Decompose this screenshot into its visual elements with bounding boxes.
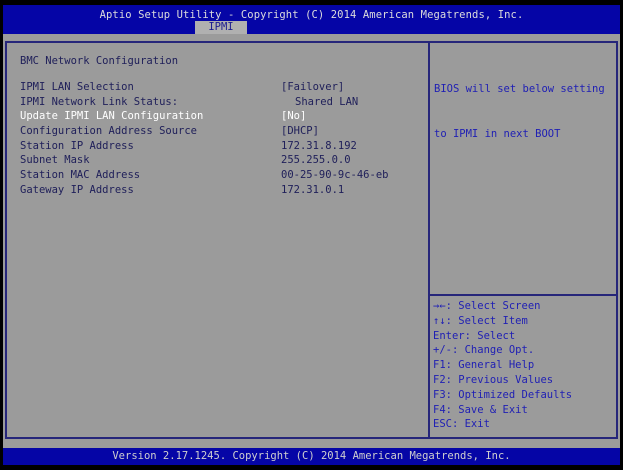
setting-value: 00-25-90-9c-46-eb — [281, 169, 388, 181]
setting-value: [Failover] — [281, 81, 344, 93]
setting-label: Configuration Address Source — [20, 125, 197, 137]
setting-row[interactable]: Subnet Mask 255.255.0.0 — [8, 154, 424, 169]
setting-row[interactable]: Gateway IP Address 172.31.0.1 — [8, 184, 424, 199]
section-title: BMC Network Configuration — [20, 55, 178, 67]
key-hint: →←: Select Screen — [433, 300, 617, 315]
version-bar: Version 2.17.1245. Copyright (C) 2014 Am… — [3, 448, 620, 465]
setting-label: Station IP Address — [20, 140, 134, 152]
setting-value: 172.31.0.1 — [281, 184, 344, 196]
setting-value: 255.255.0.0 — [281, 154, 351, 166]
setting-row[interactable]: IPMI Network Link Status: Shared LAN — [8, 96, 424, 111]
key-hints-panel: →←: Select Screen↑↓: Select ItemEnter: S… — [433, 300, 617, 433]
setting-label: IPMI Network Link Status: — [20, 96, 178, 108]
key-hint: F2: Previous Values — [433, 374, 617, 389]
setting-value: 172.31.8.192 — [281, 140, 357, 152]
key-hint: F3: Optimized Defaults — [433, 389, 617, 404]
setting-row[interactable]: Station IP Address 172.31.8.192 — [8, 140, 424, 155]
setting-row[interactable]: Update IPMI LAN Configuration [No] — [8, 110, 424, 125]
key-hint: +/-: Change Opt. — [433, 344, 617, 359]
version-text: Version 2.17.1245. Copyright (C) 2014 Am… — [3, 448, 620, 465]
setting-value: [DHCP] — [281, 125, 319, 137]
key-hint: ↑↓: Select Item — [433, 315, 617, 330]
setting-row[interactable]: Configuration Address Source [DHCP] — [8, 125, 424, 140]
setting-label: Subnet Mask — [20, 154, 90, 166]
help-panel: BIOS will set below setting to IPMI in n… — [434, 52, 614, 172]
setting-label: Update IPMI LAN Configuration — [20, 110, 203, 122]
help-text-line: BIOS will set below setting — [434, 82, 614, 97]
tab-ipmi[interactable]: IPMI — [195, 21, 247, 34]
app-title: Aptio Setup Utility - Copyright (C) 2014… — [3, 5, 620, 21]
title-bar: Aptio Setup Utility - Copyright (C) 2014… — [3, 5, 620, 34]
key-hint: F1: General Help — [433, 359, 617, 374]
setting-row[interactable]: IPMI LAN Selection [Failover] — [8, 81, 424, 96]
setting-label: IPMI LAN Selection — [20, 81, 134, 93]
settings-list: IPMI LAN Selection [Failover] IPMI Netwo… — [8, 81, 424, 199]
bios-setup-screen: Aptio Setup Utility - Copyright (C) 2014… — [0, 0, 623, 470]
key-hint: Enter: Select — [433, 330, 617, 345]
setting-label: Station MAC Address — [20, 169, 140, 181]
setting-value: Shared LAN — [295, 96, 358, 108]
key-hint: ESC: Exit — [433, 418, 617, 433]
setting-label: Gateway IP Address — [20, 184, 134, 196]
column-divider — [428, 41, 430, 439]
help-text-line: to IPMI in next BOOT — [434, 127, 614, 142]
help-panel-divider — [430, 294, 616, 296]
key-hint: F4: Save & Exit — [433, 404, 617, 419]
setting-value: [No] — [281, 110, 306, 122]
setting-row[interactable]: Station MAC Address 00-25-90-9c-46-eb — [8, 169, 424, 184]
